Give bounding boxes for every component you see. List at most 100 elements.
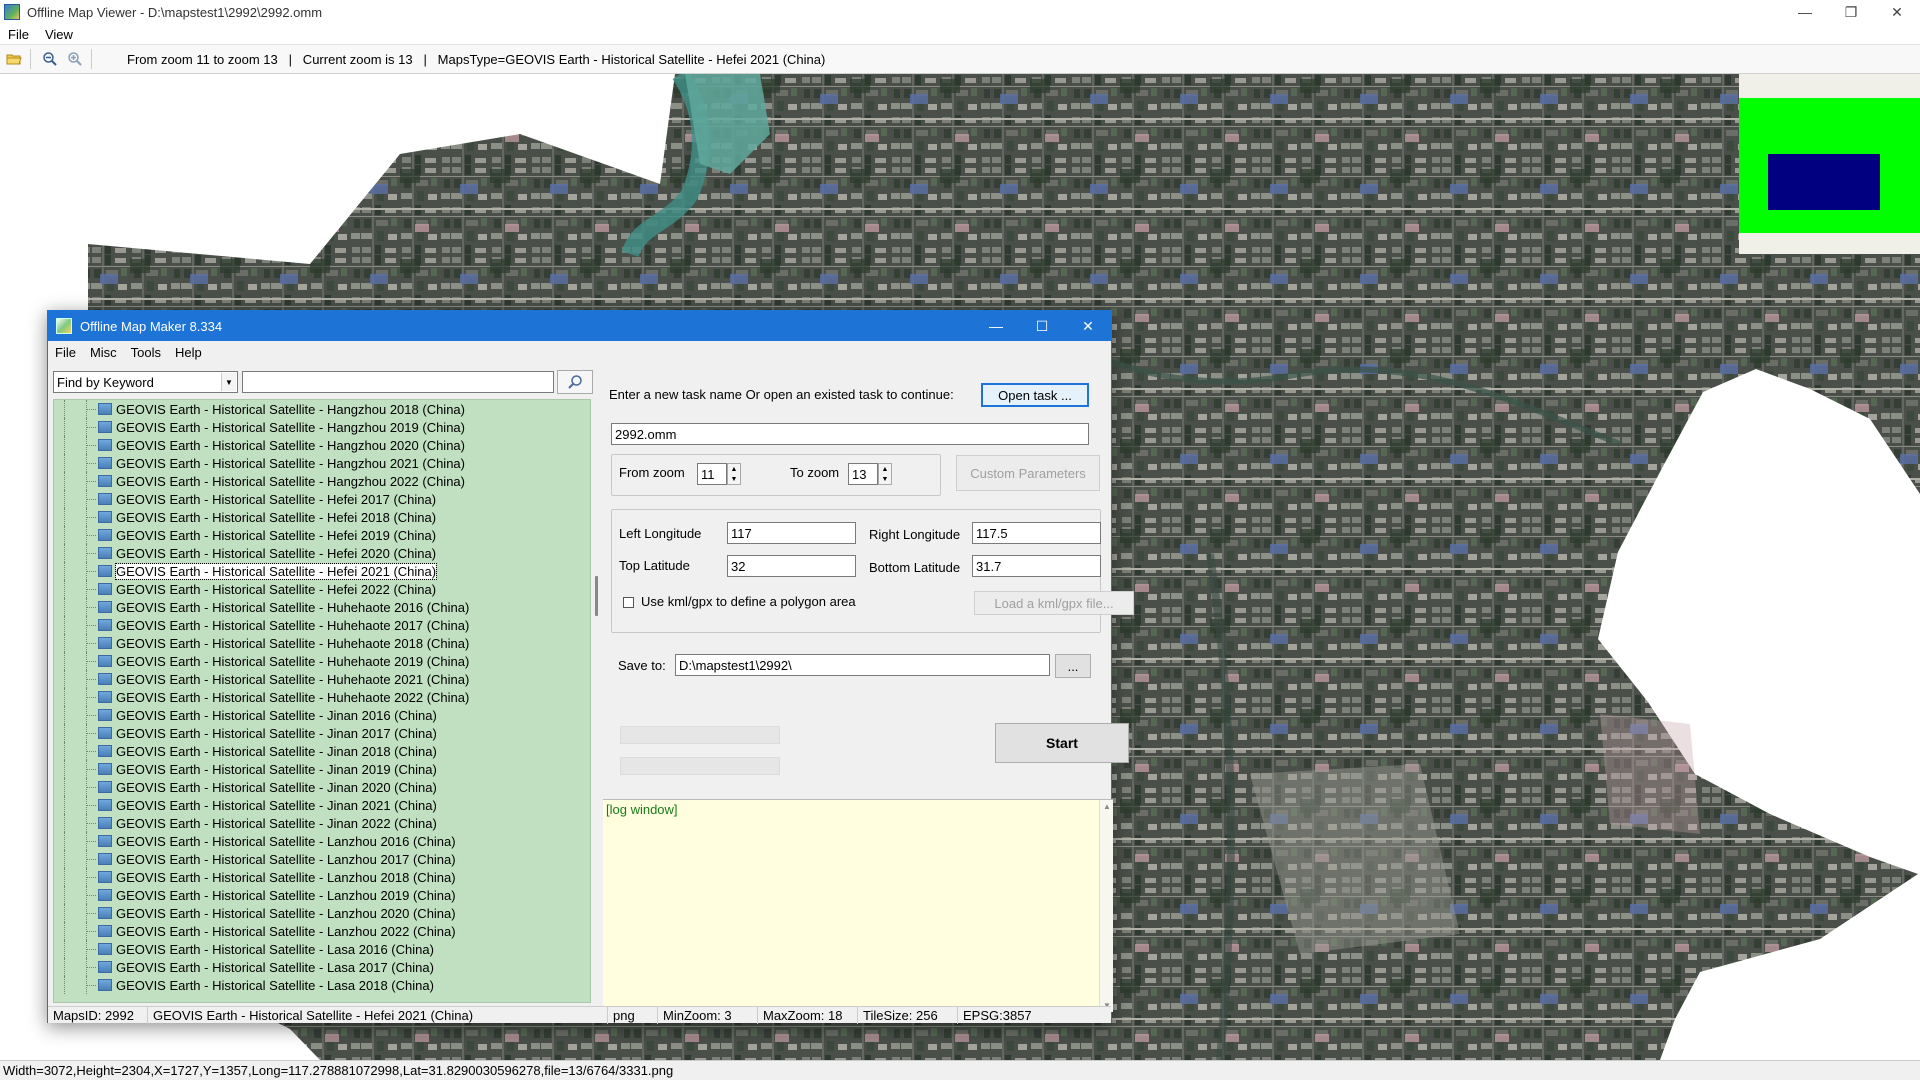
maker-menu-misc[interactable]: Misc (83, 345, 124, 360)
spin-down-icon[interactable]: ▼ (731, 476, 738, 483)
tree-item-map-type[interactable]: GEOVIS Earth - Historical Satellite - He… (54, 508, 590, 526)
open-task-button[interactable]: Open task ... (981, 383, 1089, 407)
viewer-menu-view[interactable]: View (37, 27, 81, 42)
tree-branch-line (86, 949, 96, 950)
tree-item-map-type[interactable]: GEOVIS Earth - Historical Satellite - Ji… (54, 796, 590, 814)
tree-item-map-type[interactable]: GEOVIS Earth - Historical Satellite - Hu… (54, 598, 590, 616)
tree-item-map-type[interactable]: GEOVIS Earth - Historical Satellite - Ji… (54, 778, 590, 796)
tree-item-map-type[interactable]: GEOVIS Earth - Historical Satellite - La… (54, 868, 590, 886)
spin-up-icon[interactable]: ▲ (731, 466, 738, 473)
to-zoom-spinner[interactable]: ▲ ▼ (878, 463, 892, 485)
maker-maximize-button[interactable]: ☐ (1019, 311, 1065, 341)
tree-item-label: GEOVIS Earth - Historical Satellite - La… (116, 869, 456, 885)
tree-item-map-type[interactable]: GEOVIS Earth - Historical Satellite - La… (54, 958, 590, 976)
tree-item-map-type[interactable]: GEOVIS Earth - Historical Satellite - La… (54, 940, 590, 958)
tree-item-map-type[interactable]: GEOVIS Earth - Historical Satellite - La… (54, 976, 590, 994)
tree-item-map-type[interactable]: GEOVIS Earth - Historical Satellite - Hu… (54, 652, 590, 670)
maker-window-title: Offline Map Maker 8.334 (80, 318, 223, 334)
tree-item-map-type[interactable]: GEOVIS Earth - Historical Satellite - Hu… (54, 634, 590, 652)
log-window[interactable]: [log window] ▲ ▼ (603, 799, 1113, 1012)
tree-item-label: GEOVIS Earth - Historical Satellite - La… (116, 959, 434, 975)
tree-item-map-type[interactable]: GEOVIS Earth - Historical Satellite - La… (54, 904, 590, 922)
top-latitude-input[interactable]: 32 (727, 555, 856, 577)
tree-item-map-type[interactable]: GEOVIS Earth - Historical Satellite - Ji… (54, 724, 590, 742)
overview-minimap[interactable] (1739, 74, 1920, 254)
tree-item-map-type[interactable]: GEOVIS Earth - Historical Satellite - Ha… (54, 436, 590, 454)
use-kml-checkbox[interactable] (623, 597, 634, 608)
load-kml-button[interactable]: Load a kml/gpx file... (974, 591, 1134, 615)
viewer-menu-file[interactable]: File (0, 27, 37, 42)
spin-up-icon[interactable]: ▲ (882, 466, 889, 473)
tree-item-map-type[interactable]: GEOVIS Earth - Historical Satellite - He… (54, 544, 590, 562)
from-zoom-input[interactable]: 11 (697, 463, 727, 485)
zoom-in-icon[interactable] (64, 48, 86, 70)
tree-guide-line (64, 616, 65, 634)
tree-item-map-type[interactable]: GEOVIS Earth - Historical Satellite - Ha… (54, 454, 590, 472)
tree-item-map-type[interactable]: GEOVIS Earth - Historical Satellite - Ji… (54, 814, 590, 832)
save-path-input[interactable]: D:\mapstest1\2992\ (675, 654, 1050, 676)
tree-item-map-type[interactable]: GEOVIS Earth - Historical Satellite - He… (54, 580, 590, 598)
viewer-window-title: Offline Map Viewer - D:\mapstest1\2992\2… (27, 4, 323, 20)
tree-item-label: GEOVIS Earth - Historical Satellite - He… (116, 491, 437, 507)
maker-menu-file[interactable]: File (48, 345, 83, 360)
close-button[interactable]: ✕ (1874, 0, 1920, 24)
custom-parameters-button[interactable]: Custom Parameters (956, 455, 1100, 491)
tree-guide-line (64, 958, 65, 976)
tree-item-map-type[interactable]: GEOVIS Earth - Historical Satellite - La… (54, 922, 590, 940)
use-kml-label: Use kml/gpx to define a polygon area (641, 594, 856, 609)
start-button[interactable]: Start (995, 723, 1129, 763)
tree-item-map-type[interactable]: GEOVIS Earth - Historical Satellite - Ji… (54, 706, 590, 724)
minimize-button[interactable]: — (1782, 0, 1828, 24)
tree-item-map-type[interactable]: GEOVIS Earth - Historical Satellite - La… (54, 886, 590, 904)
progress-bar-total (620, 726, 780, 744)
bottom-latitude-input[interactable]: 31.7 (972, 555, 1101, 577)
tree-item-map-type[interactable]: GEOVIS Earth - Historical Satellite - Ji… (54, 742, 590, 760)
browse-folder-button[interactable]: ... (1055, 654, 1091, 678)
status-tile-size: TileSize: 256 (858, 1006, 958, 1024)
search-button[interactable] (557, 370, 593, 394)
tree-branch-line (86, 913, 96, 914)
tree-item-map-type[interactable]: GEOVIS Earth - Historical Satellite - Ha… (54, 400, 590, 418)
pane-splitter-handle[interactable] (595, 576, 598, 616)
tree-item-map-type[interactable]: GEOVIS Earth - Historical Satellite - Ha… (54, 472, 590, 490)
tree-item-map-type[interactable]: GEOVIS Earth - Historical Satellite - Ji… (54, 760, 590, 778)
scroll-up-icon[interactable]: ▲ (1103, 802, 1111, 811)
tree-item-map-type[interactable]: GEOVIS Earth - Historical Satellite - Ha… (54, 418, 590, 436)
map-layer-icon (98, 763, 112, 775)
zoom-out-icon[interactable] (39, 48, 61, 70)
folder-open-icon[interactable] (3, 48, 25, 70)
tree-branch-line (86, 409, 96, 410)
tree-item-map-type[interactable]: GEOVIS Earth - Historical Satellite - He… (54, 562, 590, 580)
right-longitude-input[interactable]: 117.5 (972, 522, 1101, 544)
tree-guide-line (64, 796, 65, 814)
tree-item-label: GEOVIS Earth - Historical Satellite - La… (116, 977, 434, 993)
tree-guide-line (64, 526, 65, 544)
tree-item-map-type[interactable]: GEOVIS Earth - Historical Satellite - Hu… (54, 670, 590, 688)
tree-item-map-type[interactable]: GEOVIS Earth - Historical Satellite - He… (54, 526, 590, 544)
tree-branch-line (86, 733, 96, 734)
left-longitude-input[interactable]: 117 (727, 522, 856, 544)
tree-item-map-type[interactable]: GEOVIS Earth - Historical Satellite - He… (54, 490, 590, 508)
tree-item-label: GEOVIS Earth - Historical Satellite - He… (116, 509, 437, 525)
maker-menu-help[interactable]: Help (168, 345, 209, 360)
restore-button[interactable]: ❐ (1828, 0, 1874, 24)
log-scrollbar[interactable]: ▲ ▼ (1099, 800, 1113, 1012)
from-zoom-spinner[interactable]: ▲ ▼ (727, 463, 741, 485)
chevron-down-icon[interactable]: ▼ (221, 373, 236, 391)
maker-minimize-button[interactable]: — (973, 311, 1019, 341)
tree-item-map-type[interactable]: GEOVIS Earth - Historical Satellite - La… (54, 832, 590, 850)
map-type-tree[interactable]: GEOVIS Earth - Historical Satellite - Ha… (53, 399, 591, 1003)
map-layer-icon (98, 943, 112, 955)
maker-close-button[interactable]: ✕ (1065, 311, 1111, 341)
tree-item-map-type[interactable]: GEOVIS Earth - Historical Satellite - La… (54, 850, 590, 868)
search-input[interactable] (242, 371, 554, 393)
task-name-input[interactable]: 2992.omm (611, 423, 1089, 445)
search-mode-select[interactable]: Find by Keyword ▼ (53, 371, 238, 393)
overview-viewport-rectangle[interactable] (1768, 154, 1880, 210)
maker-menu-tools[interactable]: Tools (124, 345, 168, 360)
tree-item-map-type[interactable]: GEOVIS Earth - Historical Satellite - Hu… (54, 616, 590, 634)
status-maps-name: GEOVIS Earth - Historical Satellite - He… (148, 1006, 608, 1024)
spin-down-icon[interactable]: ▼ (882, 476, 889, 483)
tree-item-map-type[interactable]: GEOVIS Earth - Historical Satellite - Hu… (54, 688, 590, 706)
to-zoom-input[interactable]: 13 (848, 463, 878, 485)
